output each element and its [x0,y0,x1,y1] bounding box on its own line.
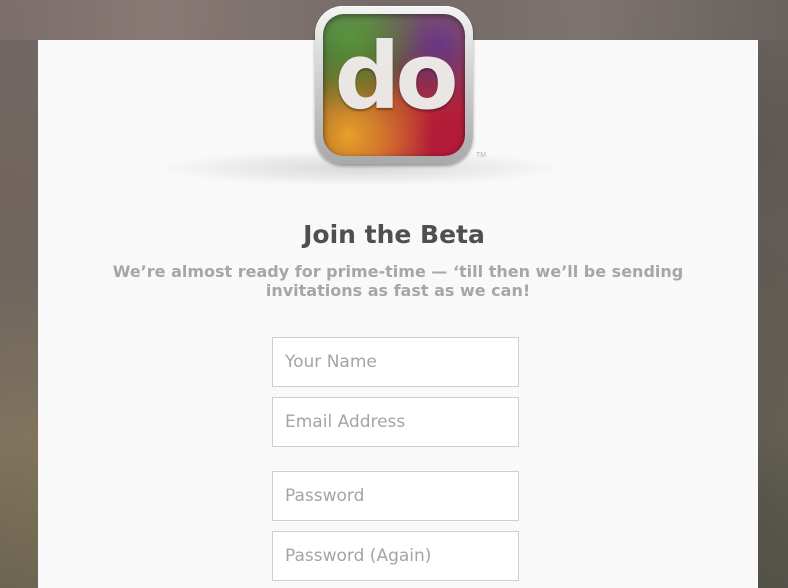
password-field[interactable] [272,471,519,521]
trademark-mark: TM [476,152,487,159]
page-subtitle: We’re almost ready for prime-time — ‘til… [112,262,684,300]
logo-icon: do [323,14,465,156]
password-confirm-field[interactable] [272,531,519,581]
email-field[interactable] [272,397,519,447]
page-title: Join the Beta [303,220,485,249]
name-field[interactable] [272,337,519,387]
app-logo: do [315,6,473,164]
logo-wordmark: do [334,23,458,130]
